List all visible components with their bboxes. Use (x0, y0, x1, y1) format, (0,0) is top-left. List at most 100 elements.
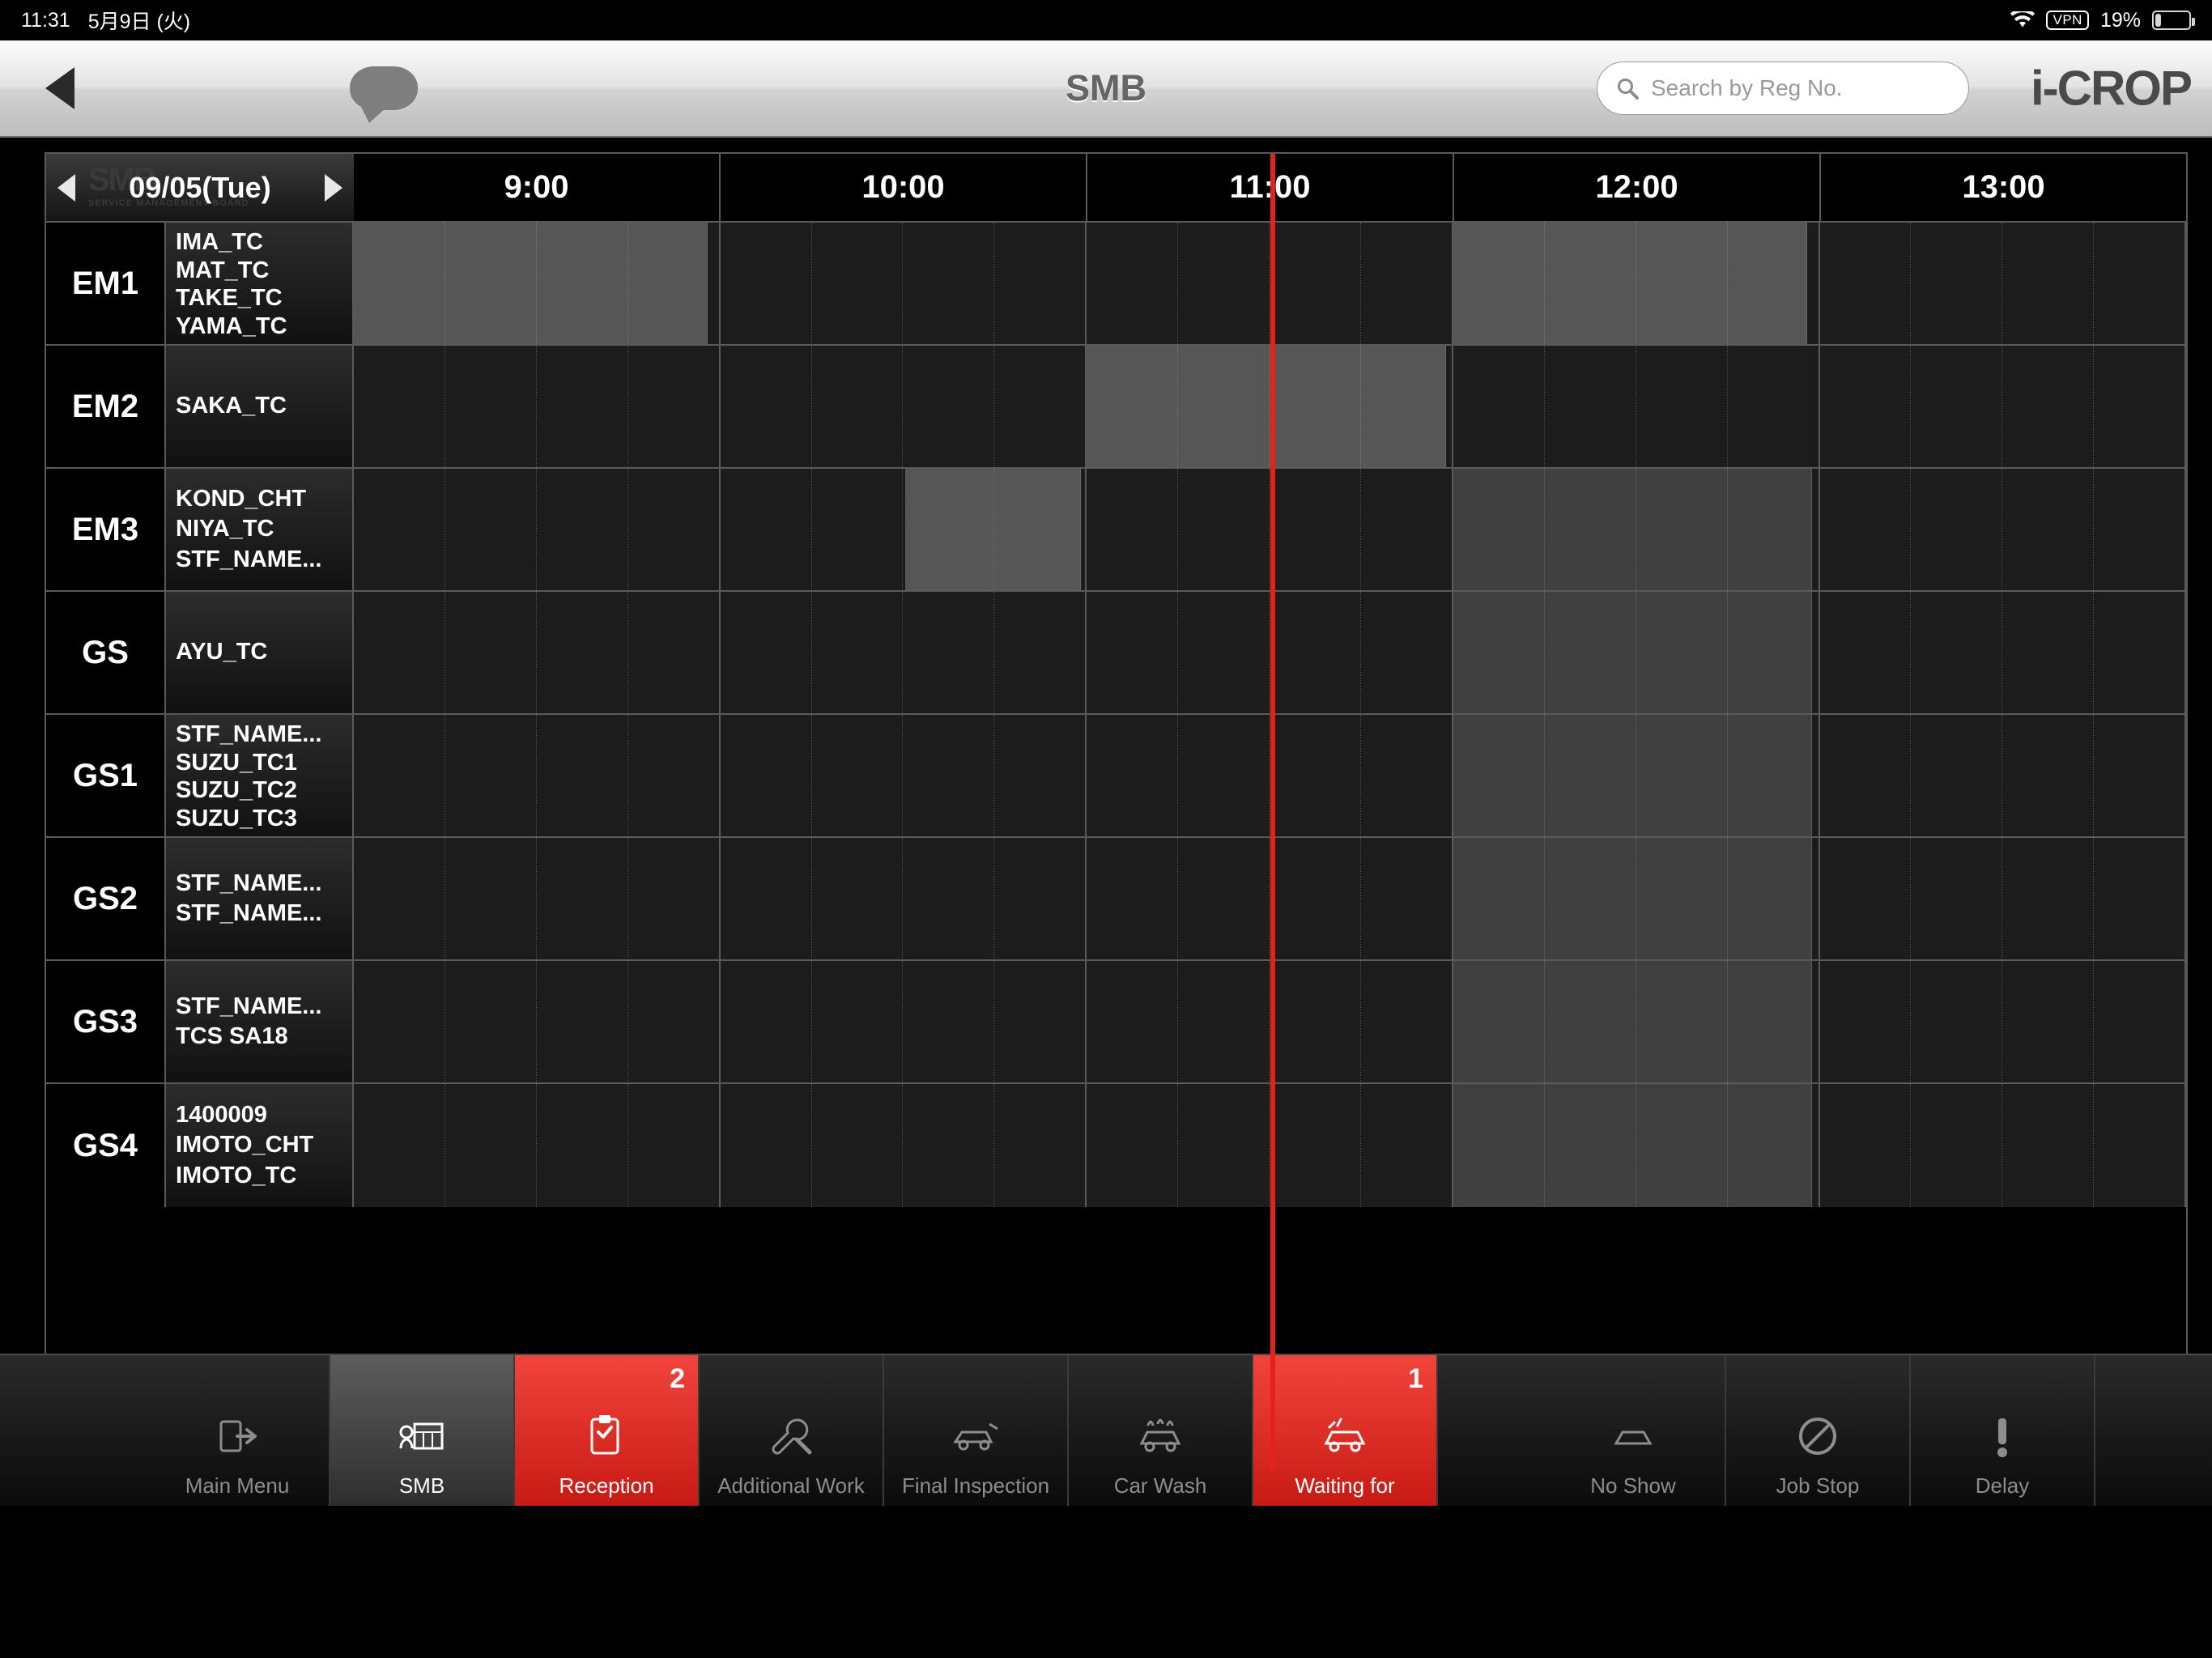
timeline-cell[interactable] (1636, 838, 1728, 959)
staff-name-list[interactable]: STF_NAME... SUZU_TC1 SUZU_TC2 SUZU_TC3 (166, 715, 354, 836)
timeline-cell[interactable] (2002, 223, 2095, 344)
timeline-cell[interactable] (1911, 1084, 2003, 1207)
timeline-cell[interactable] (812, 592, 904, 713)
timeline-cell[interactable] (1636, 715, 1728, 836)
timeline-row[interactable] (354, 223, 2187, 346)
timeline-cell[interactable] (1728, 346, 1820, 467)
timeline-cell[interactable] (537, 592, 628, 713)
timeline-cell[interactable] (1820, 961, 1912, 1082)
timeline-cell[interactable] (445, 1084, 537, 1207)
timeline-cell[interactable] (445, 715, 537, 836)
timeline-cell[interactable] (537, 715, 628, 836)
timeline-cell[interactable] (994, 838, 1087, 959)
timeline-cell[interactable] (1178, 961, 1270, 1082)
group-label[interactable]: EM3 (46, 469, 166, 590)
timeline-cell[interactable] (1453, 223, 1545, 344)
timeline-cell[interactable] (537, 223, 628, 344)
timeline-cell[interactable] (1270, 592, 1361, 713)
timeline-cell[interactable] (1361, 961, 1453, 1082)
timeline-cell[interactable] (1361, 1084, 1453, 1207)
timeline-cell[interactable] (1453, 961, 1545, 1082)
timeline-cell[interactable] (1545, 715, 1636, 836)
timeline-cell[interactable] (1087, 592, 1179, 713)
timeline-cell[interactable] (1087, 469, 1179, 590)
toolbar-item-no-show[interactable]: No Show (1542, 1355, 1726, 1506)
timeline-cell[interactable] (354, 592, 445, 713)
timeline-cell[interactable] (1820, 838, 1912, 959)
timeline-cell[interactable] (1178, 223, 1270, 344)
timeline-cell[interactable] (2094, 592, 2187, 713)
timeline-cell[interactable] (354, 961, 445, 1082)
timeline-cell[interactable] (628, 838, 721, 959)
timeline-cell[interactable] (1911, 715, 2003, 836)
timeline-cell[interactable] (537, 469, 628, 590)
timeline-cell[interactable] (721, 592, 812, 713)
timeline-cell[interactable] (628, 469, 721, 590)
timeline-grid[interactable] (354, 154, 2187, 1470)
timeline-cell[interactable] (812, 1084, 904, 1207)
timeline-cell[interactable] (1911, 469, 2003, 590)
timeline-cell[interactable] (1087, 346, 1179, 467)
timeline-cell[interactable] (1728, 592, 1820, 713)
toolbar-item-waiting-for[interactable]: Waiting for 1 (1253, 1355, 1438, 1506)
timeline-cell[interactable] (628, 715, 721, 836)
timeline-cell[interactable] (903, 592, 995, 713)
timeline-row[interactable] (354, 1084, 2187, 1207)
timeline-cell[interactable] (1270, 223, 1361, 344)
group-label[interactable]: EM1 (46, 223, 166, 344)
timeline-cell[interactable] (1453, 838, 1545, 959)
timeline-cell[interactable] (628, 961, 721, 1082)
timeline-cell[interactable] (812, 346, 904, 467)
timeline-cell[interactable] (1453, 592, 1545, 713)
timeline-cell[interactable] (537, 838, 628, 959)
staff-name-list[interactable]: AYU_TC (166, 592, 354, 713)
timeline-cell[interactable] (2094, 961, 2187, 1082)
toolbar-item-delay[interactable]: Delay (1911, 1355, 2095, 1506)
timeline-cell[interactable] (1270, 961, 1361, 1082)
timeline-cell[interactable] (445, 223, 537, 344)
timeline-row[interactable] (354, 346, 2187, 469)
timeline-cell[interactable] (445, 961, 537, 1082)
timeline-cell[interactable] (1911, 346, 2003, 467)
timeline-cell[interactable] (721, 469, 812, 590)
timeline-cell[interactable] (903, 346, 995, 467)
timeline-cell[interactable] (2094, 223, 2187, 344)
timeline-cell[interactable] (354, 838, 445, 959)
timeline-cell[interactable] (903, 838, 995, 959)
search-input[interactable] (1651, 75, 1950, 101)
timeline-cell[interactable] (1453, 469, 1545, 590)
staff-name-list[interactable]: STF_NAME... TCS SA18 (166, 961, 354, 1082)
timeline-cell[interactable] (721, 223, 812, 344)
timeline-cell[interactable] (1820, 592, 1912, 713)
timeline-cell[interactable] (2002, 1084, 2095, 1207)
timeline-row[interactable] (354, 961, 2187, 1084)
timeline-cell[interactable] (1545, 223, 1636, 344)
timeline-cell[interactable] (1270, 469, 1361, 590)
timeline-cell[interactable] (2002, 592, 2095, 713)
timeline-cell[interactable] (1361, 469, 1453, 590)
timeline-cell[interactable] (1545, 961, 1636, 1082)
timeline-cell[interactable] (354, 469, 445, 590)
timeline-cell[interactable] (2094, 1084, 2187, 1207)
timeline-cell[interactable] (1820, 223, 1912, 344)
staff-name-list[interactable]: STF_NAME... STF_NAME... (166, 838, 354, 959)
timeline-cell[interactable] (537, 346, 628, 467)
timeline-cell[interactable] (1453, 715, 1545, 836)
timeline-cell[interactable] (445, 469, 537, 590)
timeline-cell[interactable] (1270, 1084, 1361, 1207)
timeline-cell[interactable] (354, 223, 445, 344)
timeline-cell[interactable] (1820, 715, 1912, 836)
timeline-cell[interactable] (1270, 715, 1361, 836)
timeline-cell[interactable] (628, 346, 721, 467)
timeline-cell[interactable] (1820, 469, 1912, 590)
timeline-cell[interactable] (2094, 346, 2187, 467)
timeline-cell[interactable] (1361, 838, 1453, 959)
toolbar-item-smb[interactable]: SMB (330, 1355, 515, 1506)
timeline-cell[interactable] (721, 1084, 812, 1207)
timeline-cell[interactable] (994, 346, 1087, 467)
timeline-cell[interactable] (994, 223, 1087, 344)
timeline-cell[interactable] (1728, 223, 1820, 344)
staff-name-list[interactable]: IMA_TC MAT_TC TAKE_TC YAMA_TC (166, 223, 354, 344)
timeline-cell[interactable] (628, 592, 721, 713)
timeline-cell[interactable] (812, 223, 904, 344)
